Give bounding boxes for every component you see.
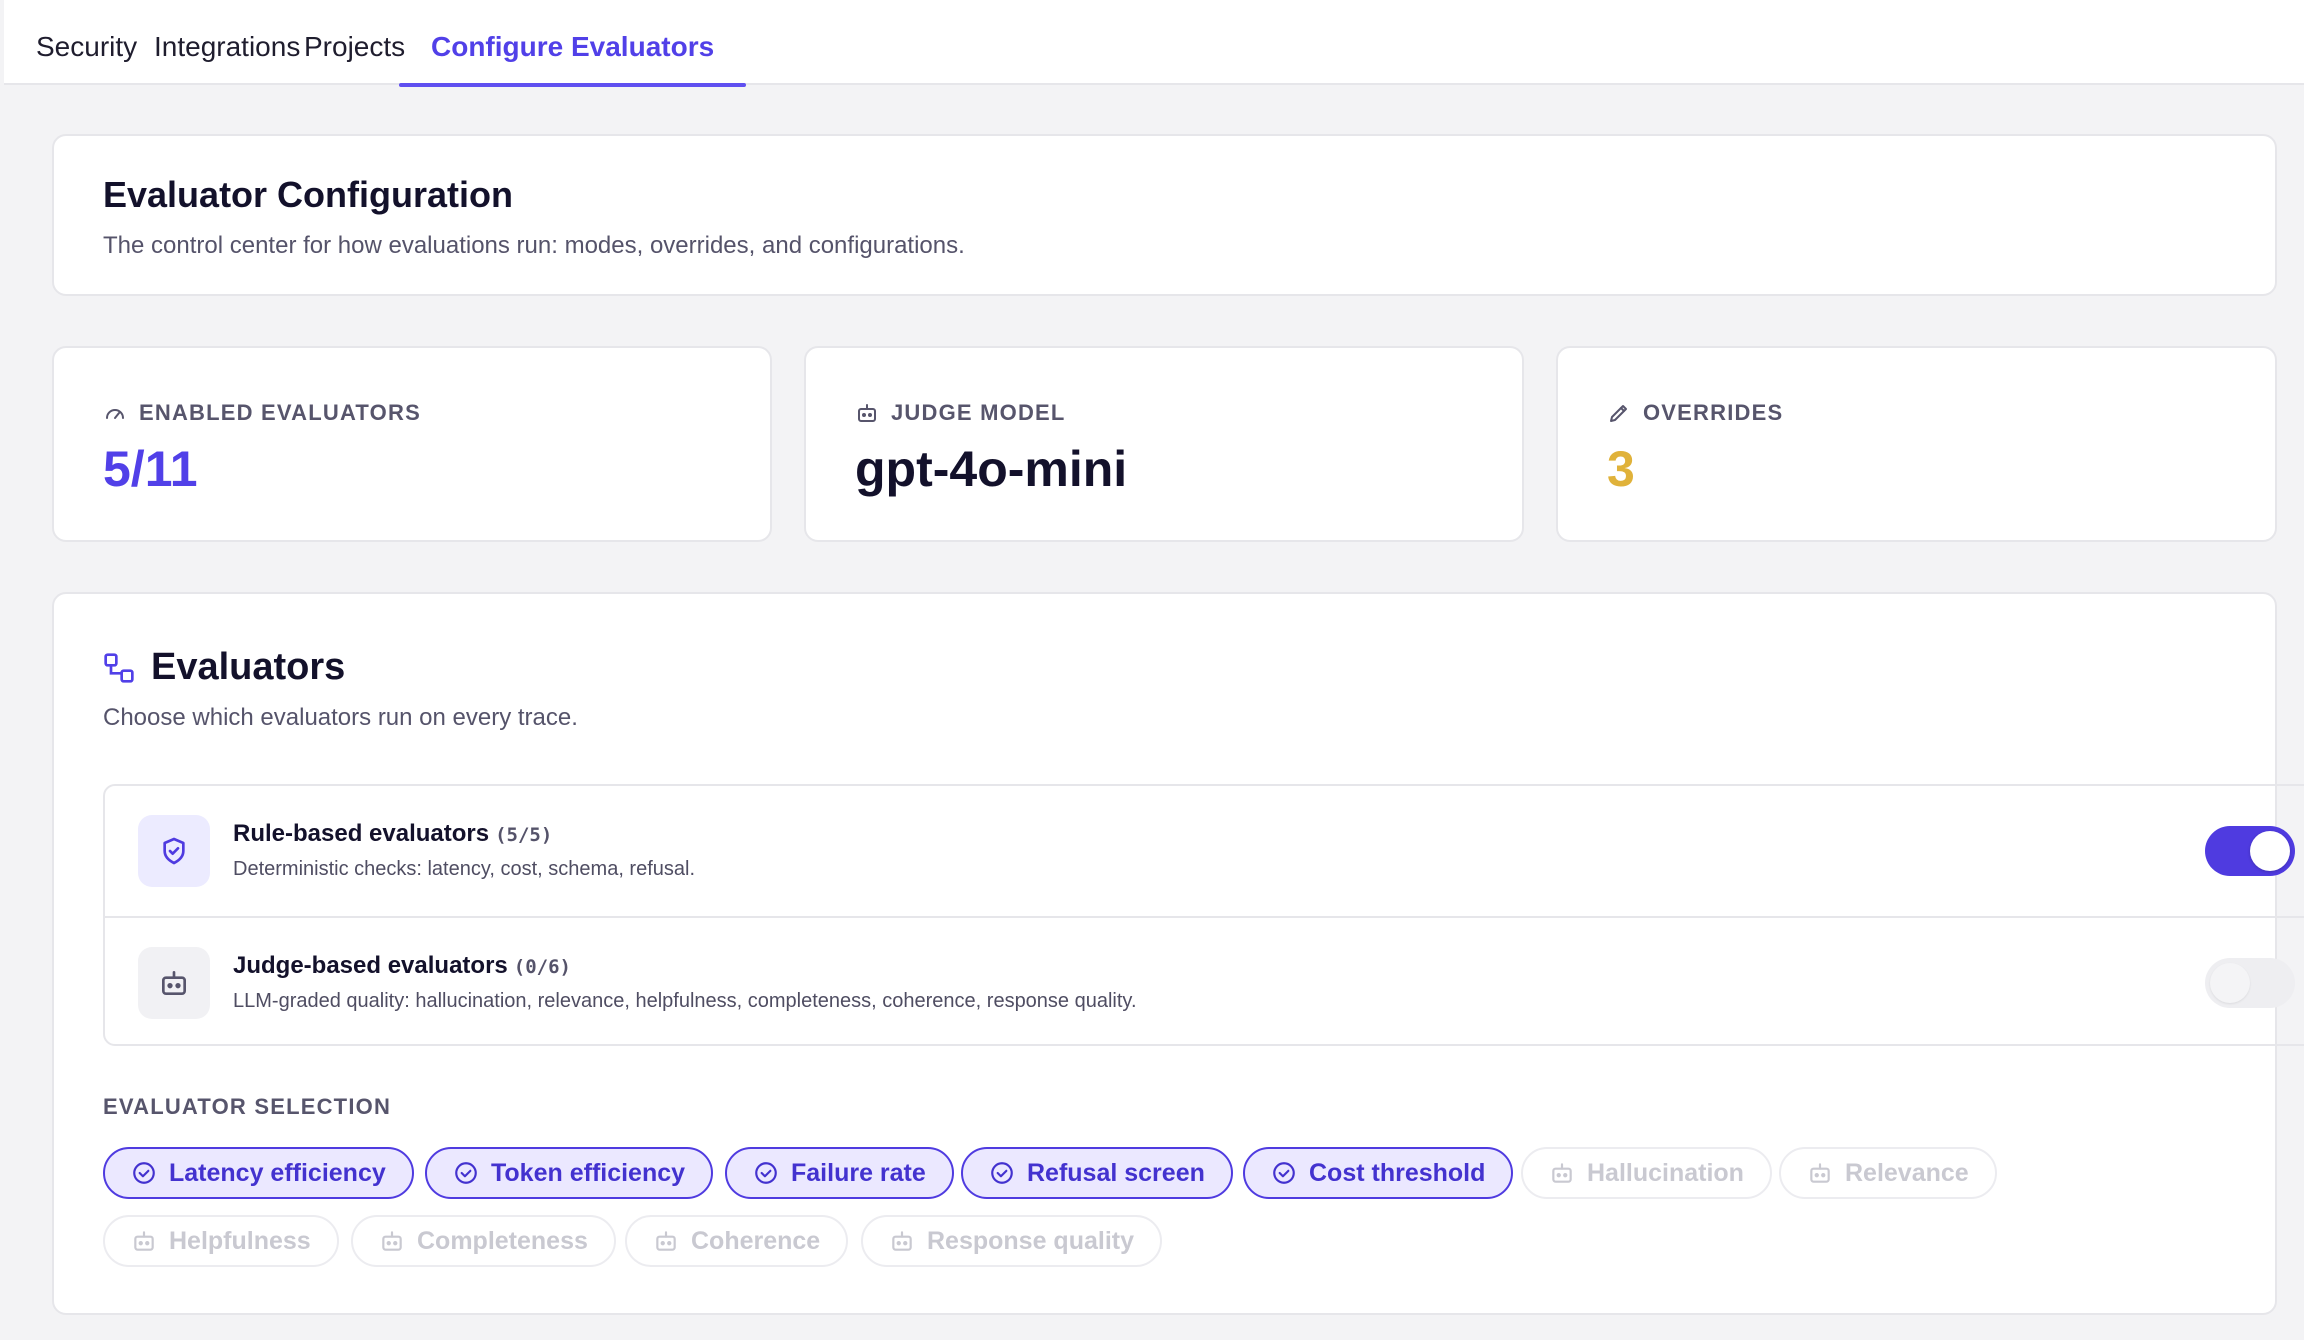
- robot-icon: [656, 1231, 676, 1251]
- toggle-knob: [2250, 831, 2290, 871]
- rule-based-toggle[interactable]: [2205, 826, 2295, 876]
- robot-icon: [382, 1231, 402, 1251]
- robot-icon: [1810, 1163, 1830, 1183]
- chip-label: Response quality: [927, 1226, 1134, 1255]
- group-description: Deterministic checks: latency, cost, sch…: [233, 858, 696, 880]
- chip-latency-efficiency[interactable]: Latency efficiency: [103, 1147, 414, 1199]
- tab-configure-evaluators[interactable]: Configure Evaluators: [399, 0, 747, 87]
- chip-token-efficiency[interactable]: Token efficiency: [425, 1147, 714, 1199]
- judge-based-toggle[interactable]: [2205, 958, 2295, 1008]
- chip-label: Failure rate: [791, 1158, 926, 1187]
- stat-label: OVERRIDES: [1643, 400, 1784, 425]
- pencil-icon: [1610, 405, 1627, 422]
- group-count: (5/5): [495, 824, 553, 846]
- group-description: LLM-graded quality: hallucination, relev…: [233, 990, 1137, 1012]
- stat-card-overrides: OVERRIDES 3: [1556, 346, 2277, 542]
- stat-value: 5/11: [103, 441, 198, 497]
- chip-relevance[interactable]: Relevance: [1779, 1147, 1997, 1199]
- evaluator-selection-label: EVALUATOR SELECTION: [103, 1094, 392, 1119]
- chip-hallucination[interactable]: Hallucination: [1521, 1147, 1772, 1199]
- stat-value: gpt-4o-mini: [855, 441, 1128, 497]
- group-row-rule-based: Rule-based evaluators (5/5) Deterministic…: [105, 786, 2304, 916]
- group-row-judge-based: Judge-based evaluators (0/6) LLM-graded q…: [105, 916, 2304, 1044]
- group-title: Judge-based evaluators: [233, 952, 508, 979]
- chip-label: Hallucination: [1587, 1158, 1744, 1187]
- check-circle-icon: [133, 1162, 155, 1184]
- gauge-icon: [106, 409, 124, 419]
- section-subtitle: Choose which evaluators run on every tra…: [103, 704, 578, 731]
- stat-label: ENABLED EVALUATORS: [139, 400, 421, 425]
- stat-card-enabled-evaluators: ENABLED EVALUATORS 5/11: [52, 346, 772, 542]
- chip-response-quality[interactable]: Response quality: [861, 1215, 1162, 1267]
- stat-label: JUDGE MODEL: [891, 400, 1066, 425]
- chip-label: Helpfulness: [169, 1226, 311, 1255]
- chip-cost-threshold[interactable]: Cost threshold: [1243, 1147, 1514, 1199]
- group-count: (0/6): [513, 956, 571, 978]
- header-card: Evaluator Configuration The control cent…: [52, 134, 2277, 296]
- tab-bar: Security Integrations Projects Configure…: [4, 0, 2304, 87]
- chip-failure-rate[interactable]: Failure rate: [725, 1147, 954, 1199]
- chip-coherence[interactable]: Coherence: [625, 1215, 849, 1267]
- evaluator-groups: Rule-based evaluators (5/5) Deterministic…: [103, 784, 2304, 1046]
- chip-label: Coherence: [691, 1226, 821, 1255]
- robot-icon: [858, 404, 876, 422]
- page-subtitle: The control center for how evaluations r…: [103, 232, 965, 259]
- evaluators-icon: [104, 652, 134, 683]
- chip-refusal-screen[interactable]: Refusal screen: [961, 1147, 1233, 1199]
- robot-icon: [162, 971, 186, 995]
- toggle-knob: [2210, 963, 2250, 1003]
- chip-label: Cost threshold: [1309, 1158, 1486, 1187]
- chip-label: Token efficiency: [491, 1158, 686, 1187]
- check-circle-icon: [991, 1162, 1013, 1184]
- check-circle-icon: [755, 1162, 777, 1184]
- check-circle-icon: [1273, 1162, 1295, 1184]
- chip-label: Latency efficiency: [169, 1158, 386, 1187]
- robot-icon: [892, 1231, 912, 1251]
- check-circle-icon: [455, 1162, 477, 1184]
- chip-label: Relevance: [1845, 1158, 1969, 1187]
- evaluators-card: Evaluators Choose which evaluators run o…: [52, 592, 2304, 1315]
- page-title: Evaluator Configuration: [103, 174, 514, 215]
- group-title: Rule-based evaluators: [233, 820, 490, 847]
- stat-value: 3: [1607, 441, 1635, 497]
- robot-icon: [134, 1231, 154, 1251]
- chip-helpfulness[interactable]: Helpfulness: [103, 1215, 339, 1267]
- chip-label: Refusal screen: [1027, 1158, 1205, 1187]
- section-title: Evaluators: [151, 646, 346, 688]
- chip-completeness[interactable]: Completeness: [351, 1215, 616, 1267]
- stat-card-judge-model: JUDGE MODEL gpt-4o-mini: [804, 346, 1524, 542]
- shield-check-icon: [163, 837, 185, 865]
- robot-icon: [1552, 1163, 1572, 1183]
- chip-label: Completeness: [417, 1226, 588, 1255]
